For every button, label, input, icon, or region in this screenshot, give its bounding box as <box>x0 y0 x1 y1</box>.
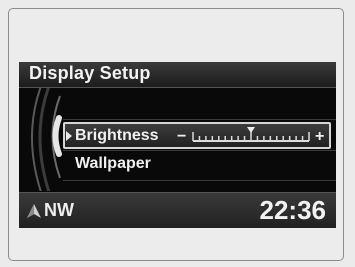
dial-highlight <box>52 115 62 157</box>
screen-header: Display Setup <box>19 62 336 88</box>
menu-item-label: Brightness <box>75 127 159 144</box>
row-divider <box>63 119 336 120</box>
clock: 22:36 <box>259 195 327 225</box>
selection-pointer-icon <box>66 131 72 141</box>
slider-thumb-icon[interactable] <box>247 127 255 133</box>
slider-plus-label: + <box>315 128 324 145</box>
row-divider <box>63 180 336 181</box>
slider-track <box>192 132 310 142</box>
menu-area: Brightness − + Wallpaper <box>19 88 336 191</box>
page-title: Display Setup <box>29 63 151 83</box>
display-screen: Display Setup Brightness − + Wallpaper N… <box>19 62 336 228</box>
compass-heading: NW <box>44 200 74 220</box>
menu-item-wallpaper[interactable]: Wallpaper <box>63 151 331 178</box>
status-bar: NW 22:36 <box>19 192 336 228</box>
brightness-slider[interactable]: − + <box>177 126 327 148</box>
compass-icon <box>27 204 41 218</box>
slider-minus-label: − <box>177 128 186 145</box>
menu-item-brightness[interactable]: Brightness − + <box>63 122 331 149</box>
menu-item-label: Wallpaper <box>75 155 151 172</box>
